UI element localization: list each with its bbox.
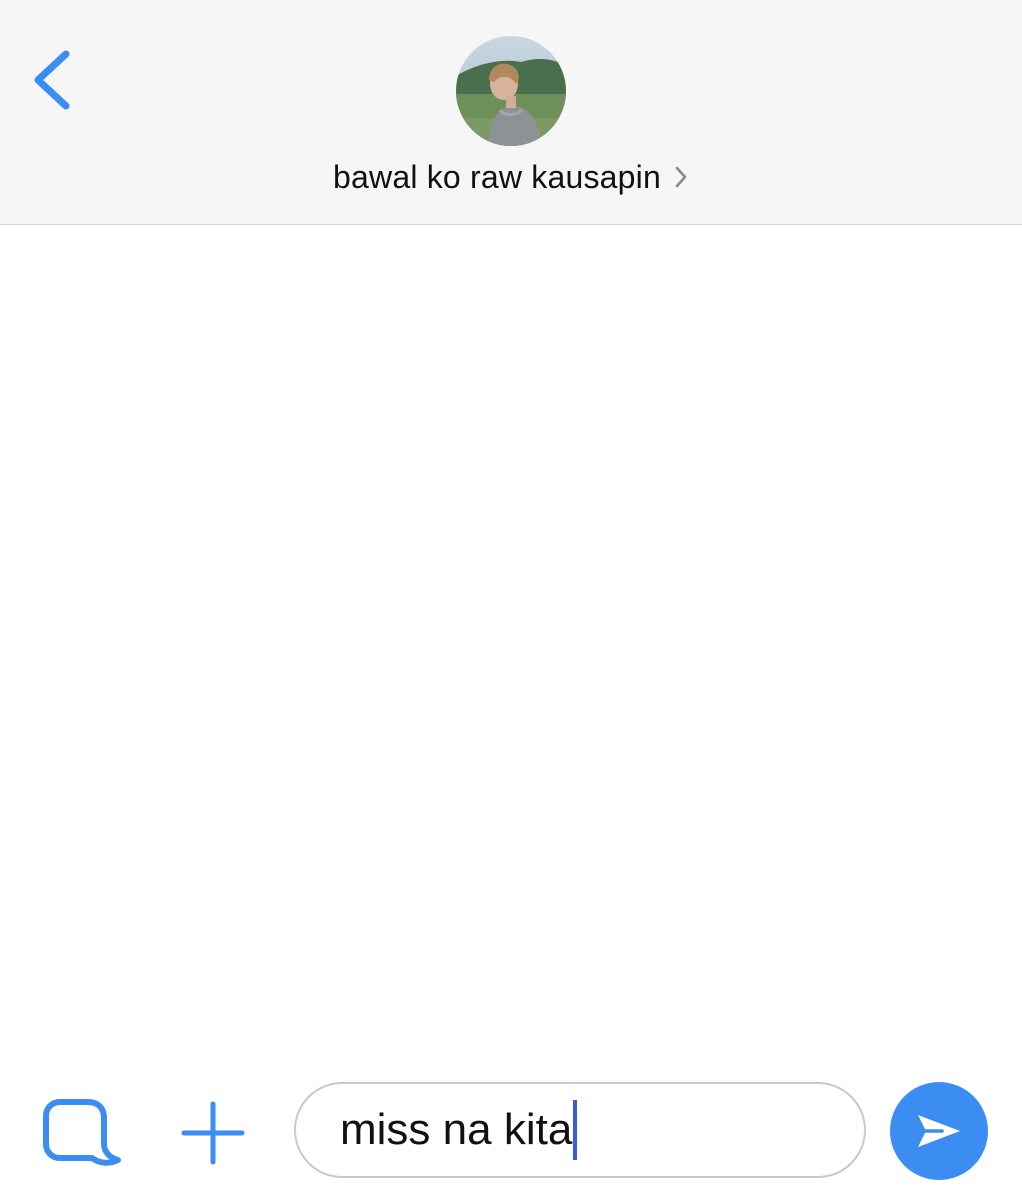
messenger-chat-screen: bawal ko raw kausapin miss na kita bbox=[0, 0, 1022, 1200]
send-button[interactable] bbox=[890, 1082, 988, 1180]
send-arrow-icon bbox=[918, 1115, 960, 1147]
message-input-value: miss na kita bbox=[340, 1105, 573, 1154]
profile-photo bbox=[456, 36, 566, 146]
speech-bubble-icon bbox=[43, 1099, 121, 1166]
back-button[interactable] bbox=[24, 42, 84, 118]
message-input[interactable]: miss na kita bbox=[294, 1082, 866, 1178]
sticker-button[interactable] bbox=[40, 1096, 124, 1170]
chevron-left-icon bbox=[34, 50, 70, 110]
contact-name: bawal ko raw kausapin bbox=[333, 158, 661, 195]
message-composer: miss na kita bbox=[0, 1070, 1022, 1200]
message-thread[interactable] bbox=[0, 225, 1022, 1070]
plus-icon bbox=[181, 1101, 245, 1165]
text-cursor bbox=[573, 1100, 578, 1160]
contact-name-row[interactable]: bawal ko raw kausapin bbox=[0, 152, 1022, 202]
chevron-right-icon bbox=[675, 166, 687, 188]
add-attachment-button[interactable] bbox=[176, 1096, 250, 1170]
chat-header: bawal ko raw kausapin bbox=[0, 0, 1022, 225]
contact-avatar[interactable] bbox=[456, 36, 566, 146]
